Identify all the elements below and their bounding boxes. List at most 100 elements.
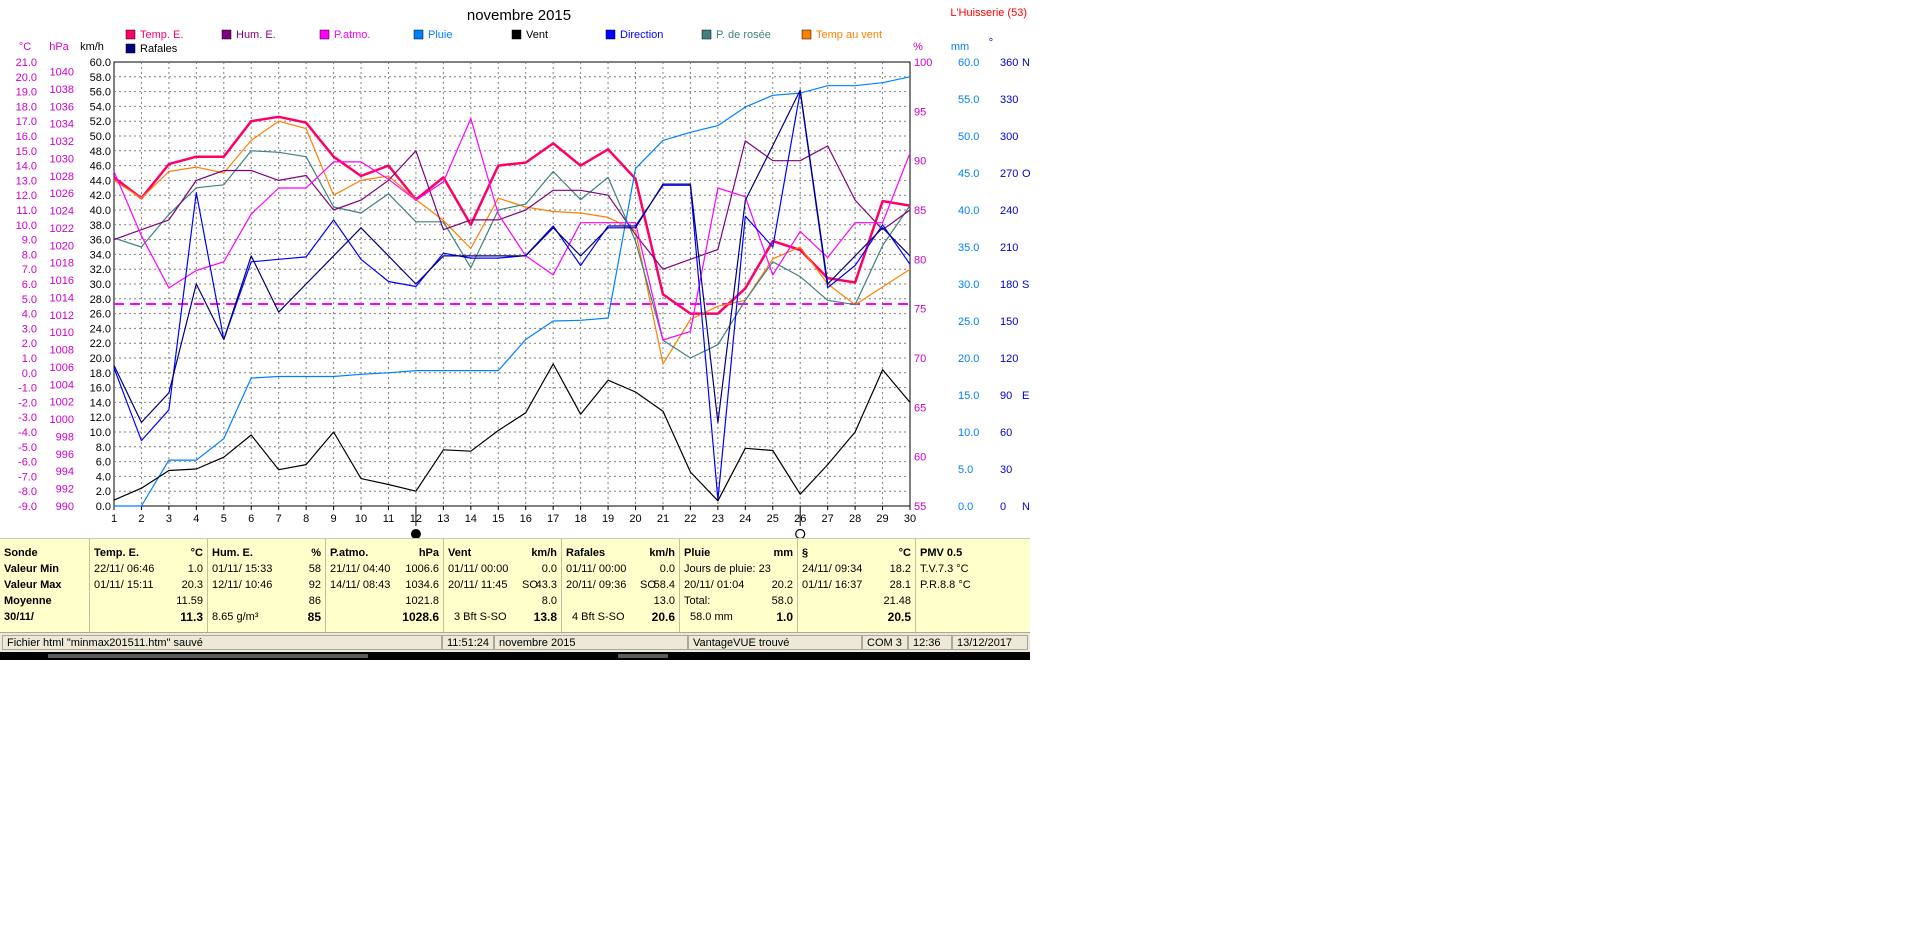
hum-abs: 8.65 g/m³ bbox=[212, 611, 259, 623]
x-tick-label: 16 bbox=[520, 513, 532, 525]
axis-unit-press: hPa bbox=[49, 41, 69, 53]
status-bar: Fichier html "minmax201511.htm" sauvé 11… bbox=[0, 632, 1030, 653]
x-tick-label: 19 bbox=[602, 513, 614, 525]
hum-tick-label: 65 bbox=[914, 402, 926, 414]
temp-tick-label: 4.0 bbox=[22, 309, 37, 321]
legend-label: Hum. E. bbox=[236, 29, 276, 41]
press-tick-label: 1008 bbox=[50, 345, 74, 357]
temp-tick-label: 3.0 bbox=[22, 323, 37, 335]
dir-tick-label: 180 bbox=[1000, 279, 1018, 291]
extra-min-date: 24/11/ 09:34 bbox=[802, 563, 863, 575]
axis-unit-hum: % bbox=[913, 41, 923, 53]
x-tick-label: 3 bbox=[166, 513, 172, 525]
x-tick-label: 10 bbox=[355, 513, 367, 525]
rain-tick-label: 50.0 bbox=[958, 131, 979, 143]
temp-tick-label: 18.0 bbox=[16, 101, 37, 113]
press-tick-label: 1012 bbox=[50, 310, 74, 322]
x-tick-label: 6 bbox=[248, 513, 254, 525]
wind-tick-label: 12.0 bbox=[90, 412, 111, 424]
temp-max-val: 20.3 bbox=[181, 579, 203, 591]
press-tick-label: 992 bbox=[56, 484, 74, 496]
wind-tick-label: 56.0 bbox=[90, 87, 111, 99]
extra-max-val: 28.1 bbox=[889, 579, 911, 591]
temp-header: Temp. E. bbox=[94, 547, 140, 559]
row-label-min: Valeur Min bbox=[4, 563, 60, 575]
vent-max-val: 43.3 bbox=[535, 579, 557, 591]
temp-tick-label: 17.0 bbox=[16, 116, 37, 128]
extra-max-date: 01/11/ 16:37 bbox=[802, 579, 863, 591]
temp-unit: °C bbox=[190, 547, 203, 559]
vent-last: 13.8 bbox=[533, 610, 557, 624]
summary-col-pmv: PMV 0.5 T.V.7.3 °C P.R.8.8 °C bbox=[916, 539, 1030, 633]
x-tick-label: 13 bbox=[437, 513, 449, 525]
new-moon-icon bbox=[410, 529, 421, 538]
scrollbar-thumb[interactable] bbox=[48, 654, 368, 658]
wind-tick-label: 0.0 bbox=[96, 501, 111, 513]
rafales-min-date: 01/11/ 00:00 bbox=[566, 563, 627, 575]
vent-min-val: 0.0 bbox=[541, 563, 557, 575]
temp-avg: 11.59 bbox=[176, 595, 203, 607]
wind-tick-label: 2.0 bbox=[96, 486, 111, 498]
legend-label: Direction bbox=[620, 29, 663, 41]
axis-unit-dir: ° bbox=[989, 37, 993, 49]
press-tick-label: 1000 bbox=[50, 414, 74, 426]
press-tick-label: 1040 bbox=[50, 67, 74, 79]
temp-tick-label: 6.0 bbox=[22, 279, 37, 291]
x-tick-label: 20 bbox=[629, 513, 641, 525]
rain-tick-label: 20.0 bbox=[958, 353, 979, 365]
x-tick-label: 11 bbox=[383, 513, 394, 525]
dir-tick-label: 210 bbox=[1000, 242, 1018, 254]
press-tick-label: 1002 bbox=[50, 397, 74, 409]
press-tick-label: 1020 bbox=[50, 240, 74, 252]
horizontal-scrollbar[interactable] bbox=[0, 652, 1030, 660]
patmo-unit: hPa bbox=[418, 547, 439, 559]
rafales-unit: km/h bbox=[649, 547, 675, 559]
x-tick-label: 24 bbox=[739, 513, 751, 525]
dir-cardinal-label: O bbox=[1022, 168, 1030, 180]
temp-tick-label: -1.0 bbox=[18, 383, 37, 395]
row-label-last: 30/11/ bbox=[4, 611, 34, 623]
press-tick-label: 1032 bbox=[50, 136, 74, 148]
dir-tick-label: 120 bbox=[1000, 353, 1018, 365]
temp-max-date: 01/11/ 15:11 bbox=[94, 579, 154, 591]
wind-tick-label: 20.0 bbox=[90, 353, 111, 365]
pmv-header: PMV 0.5 bbox=[920, 547, 963, 559]
hum-header: Hum. E. bbox=[212, 547, 253, 559]
patmo-max-date: 14/11/ 08:43 bbox=[330, 579, 391, 591]
summary-col-hum: Hum. E.% 01/11/ 15:33 58 12/11/ 10:46 92 8… bbox=[208, 539, 326, 633]
pluie-last: 1.0 bbox=[776, 610, 793, 624]
hum-tick-label: 60 bbox=[914, 452, 926, 464]
press-tick-label: 990 bbox=[56, 501, 74, 513]
legend-label: P.atmo. bbox=[334, 29, 371, 41]
wind-tick-label: 50.0 bbox=[90, 131, 111, 143]
weather-app: 1 2 3 4 5 6 7 8 9 10 11 12 13 14 15 16 17 18 19 20 21 22 23 24 2… bbox=[0, 0, 1030, 660]
summary-col-extra: § °C 24/11/ 09:34 18.2 01/11/ 16:37 28.1 21… bbox=[798, 539, 916, 633]
dir-tick-label: 90 bbox=[1000, 390, 1012, 402]
pluie-max-val: 20.2 bbox=[771, 579, 793, 591]
rafales-max-date: 20/11/ 09:36 bbox=[566, 579, 627, 591]
extra-last: 20.5 bbox=[887, 610, 911, 624]
legend-swatch bbox=[413, 29, 424, 40]
wind-tick-label: 42.0 bbox=[90, 190, 111, 202]
wind-tick-label: 48.0 bbox=[90, 146, 111, 158]
press-tick-label: 1010 bbox=[50, 327, 74, 339]
patmo-last: 1028.6 bbox=[402, 610, 439, 624]
vent-max-date: 20/11/ 11:45 bbox=[448, 579, 508, 591]
chart-title: novembre 2015 bbox=[467, 7, 571, 24]
dir-tick-label: 330 bbox=[1000, 94, 1018, 106]
x-tick-label: 5 bbox=[221, 513, 227, 525]
legend-swatch bbox=[221, 29, 232, 40]
temp-tick-label: -5.0 bbox=[18, 442, 37, 454]
x-tick-label: 23 bbox=[712, 513, 724, 525]
wind-tick-label: 32.0 bbox=[90, 264, 111, 276]
row-label-max: Valeur Max bbox=[4, 579, 62, 591]
temp-tick-label: -4.0 bbox=[18, 427, 37, 439]
rafales-beaufort: 4 Bft S-SO bbox=[572, 611, 625, 623]
wind-tick-label: 38.0 bbox=[90, 220, 111, 232]
wind-tick-label: 22.0 bbox=[90, 338, 111, 350]
press-tick-label: 994 bbox=[56, 466, 74, 478]
legend-swatch bbox=[511, 29, 522, 40]
x-tick-label: 7 bbox=[276, 513, 282, 525]
temp-tick-label: 14.0 bbox=[16, 161, 37, 173]
temp-tick-label: 13.0 bbox=[16, 175, 37, 187]
